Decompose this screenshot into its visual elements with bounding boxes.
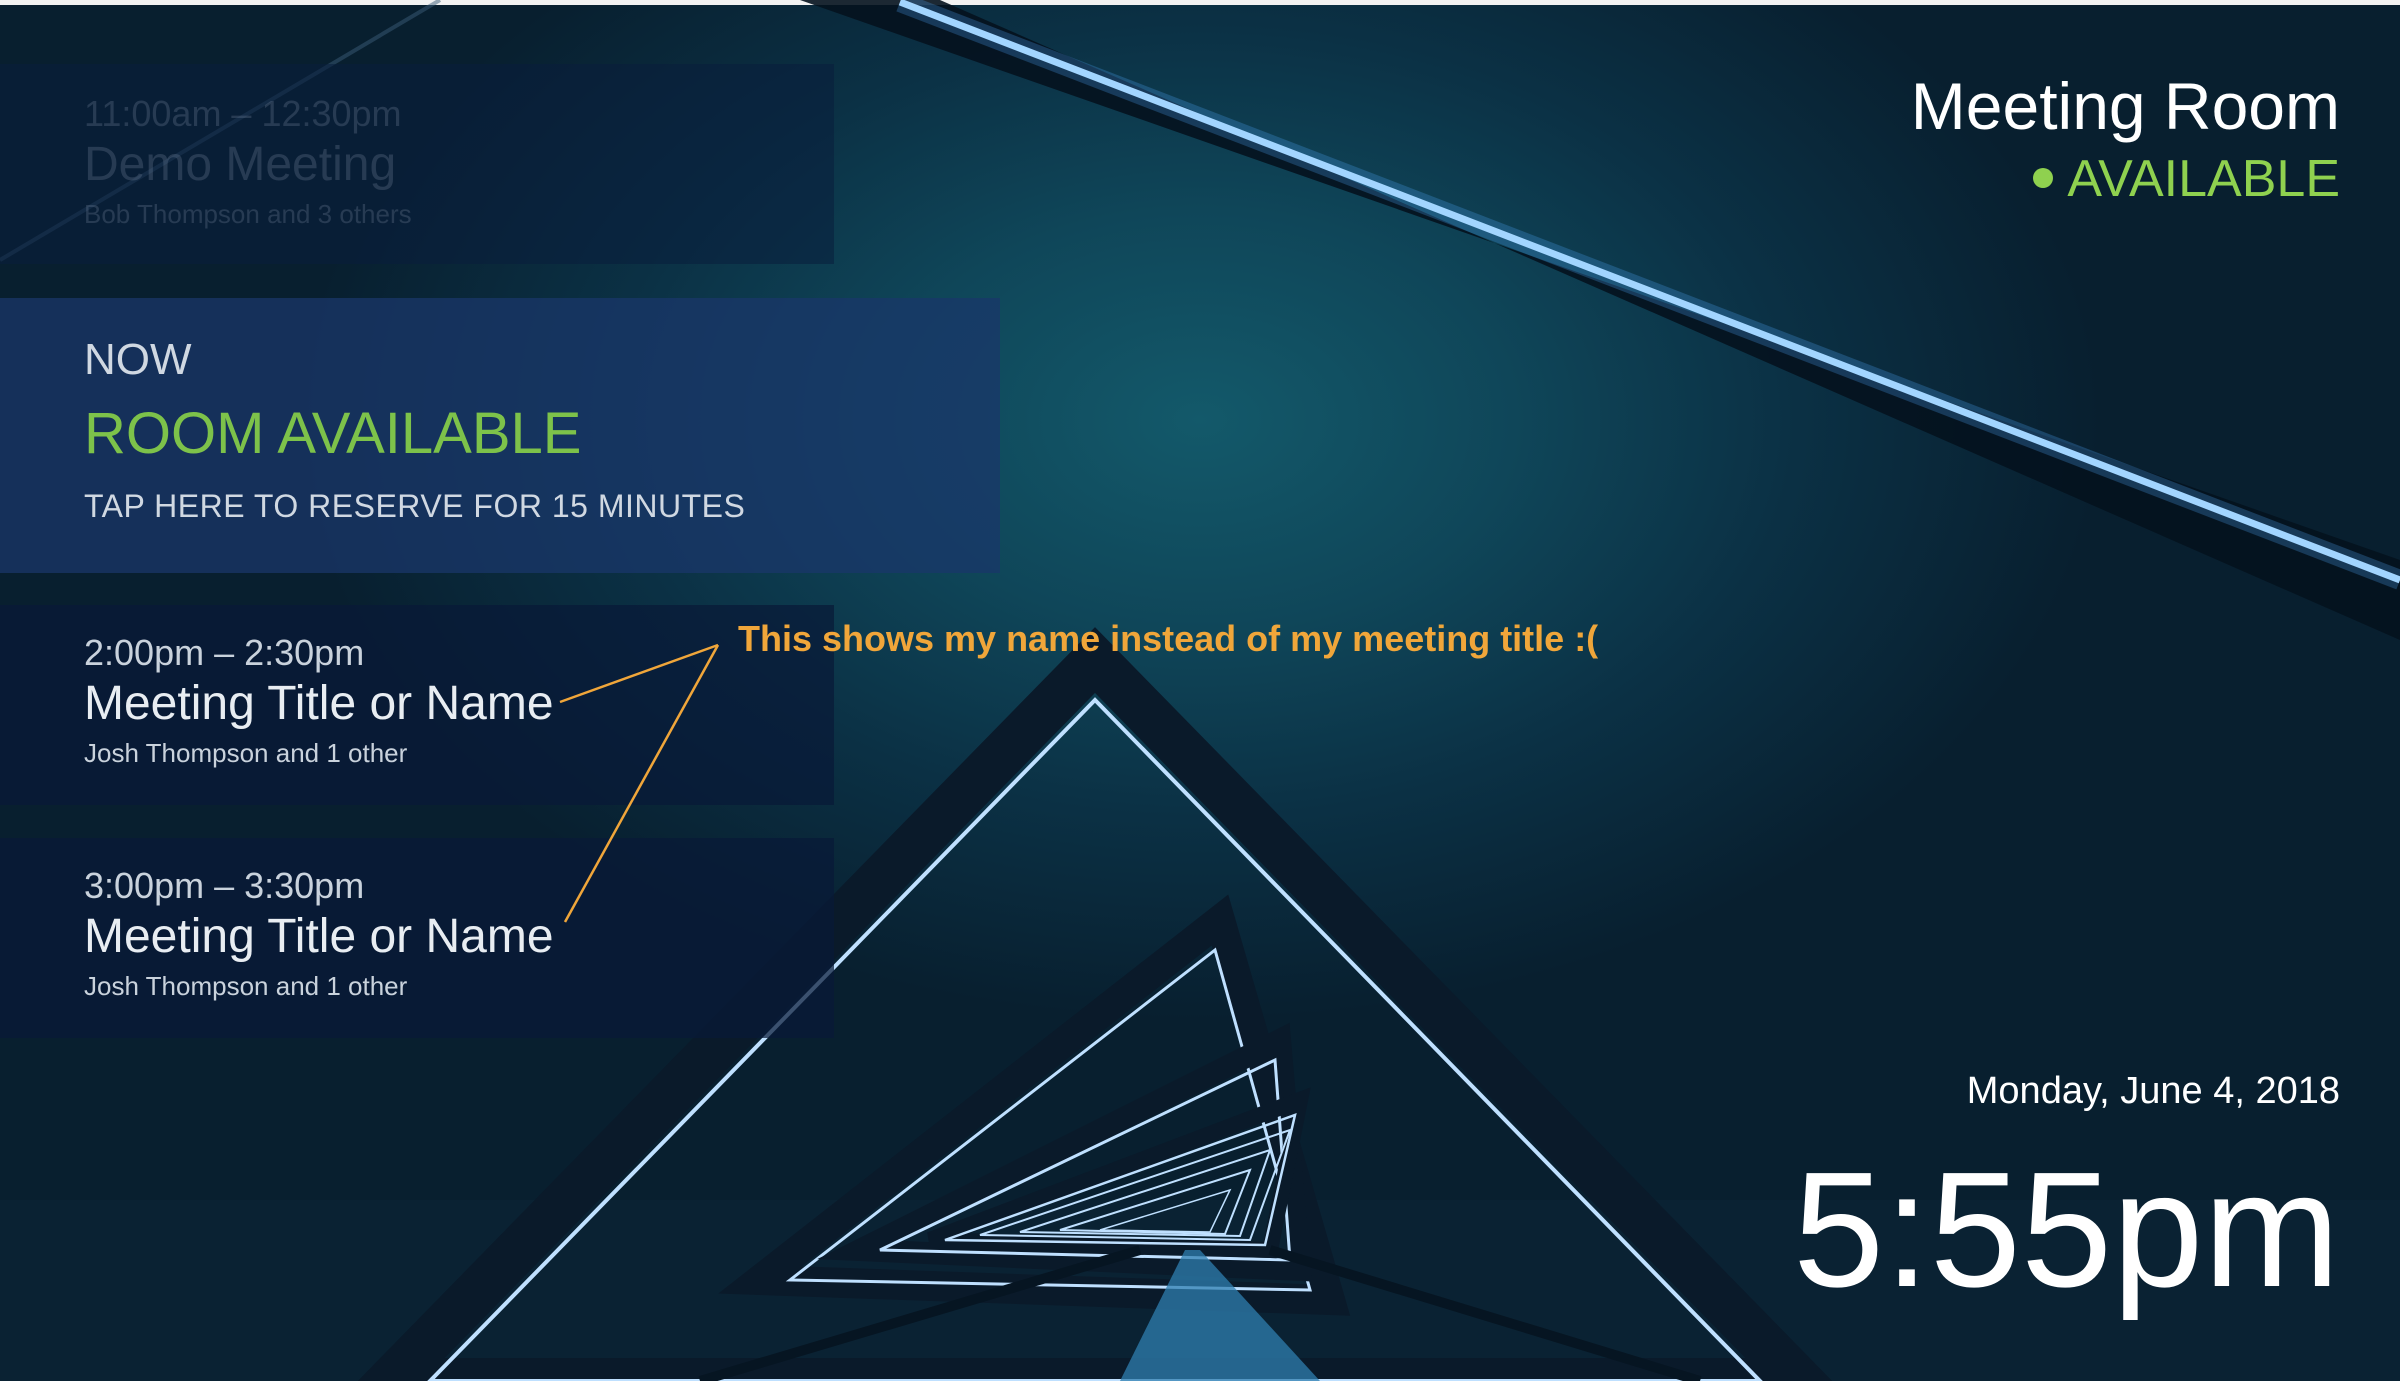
room-header: Meeting Room AVAILABLE (1911, 66, 2340, 212)
meeting-time: 2:00pm – 2:30pm (84, 632, 365, 673)
room-available-status: ROOM AVAILABLE (84, 401, 582, 466)
room-status-badge: AVAILABLE (1911, 146, 2340, 212)
meeting-title: Meeting Title or Name (84, 910, 554, 963)
status-dot-icon (2033, 168, 2054, 189)
current-date: Monday, June 4, 2018 (1966, 1070, 2340, 1112)
current-time: 5:55pm (1792, 1138, 2340, 1321)
reserve-instruction: TAP HERE TO RESERVE FOR 15 MINUTES (84, 488, 746, 524)
room-status-text: AVAILABLE (2067, 150, 2340, 208)
meeting-title: Demo Meeting (84, 138, 397, 191)
upcoming-meeting-card[interactable]: 3:00pm – 3:30pm Meeting Title or Name Jo… (0, 838, 834, 1038)
meeting-attendees: Josh Thompson and 1 other (84, 738, 408, 768)
room-name: Meeting Room (1910, 69, 2340, 143)
meeting-attendees: Josh Thompson and 1 other (84, 971, 408, 1001)
meeting-attendees: Bob Thompson and 3 others (84, 199, 412, 229)
meeting-time: 11:00am – 12:30pm (84, 93, 402, 134)
annotation-note: This shows my name instead of my meeting… (738, 618, 1599, 659)
upcoming-meeting-card[interactable]: 2:00pm – 2:30pm Meeting Title or Name Jo… (0, 605, 834, 805)
meeting-title: Meeting Title or Name (84, 677, 554, 730)
past-meeting-card[interactable]: 11:00am – 12:30pm Demo Meeting Bob Thomp… (0, 64, 834, 264)
meeting-time: 3:00pm – 3:30pm (84, 865, 365, 906)
now-label: NOW (84, 335, 192, 384)
reserve-now-button[interactable]: NOW ROOM AVAILABLE TAP HERE TO RESERVE F… (0, 298, 1000, 573)
